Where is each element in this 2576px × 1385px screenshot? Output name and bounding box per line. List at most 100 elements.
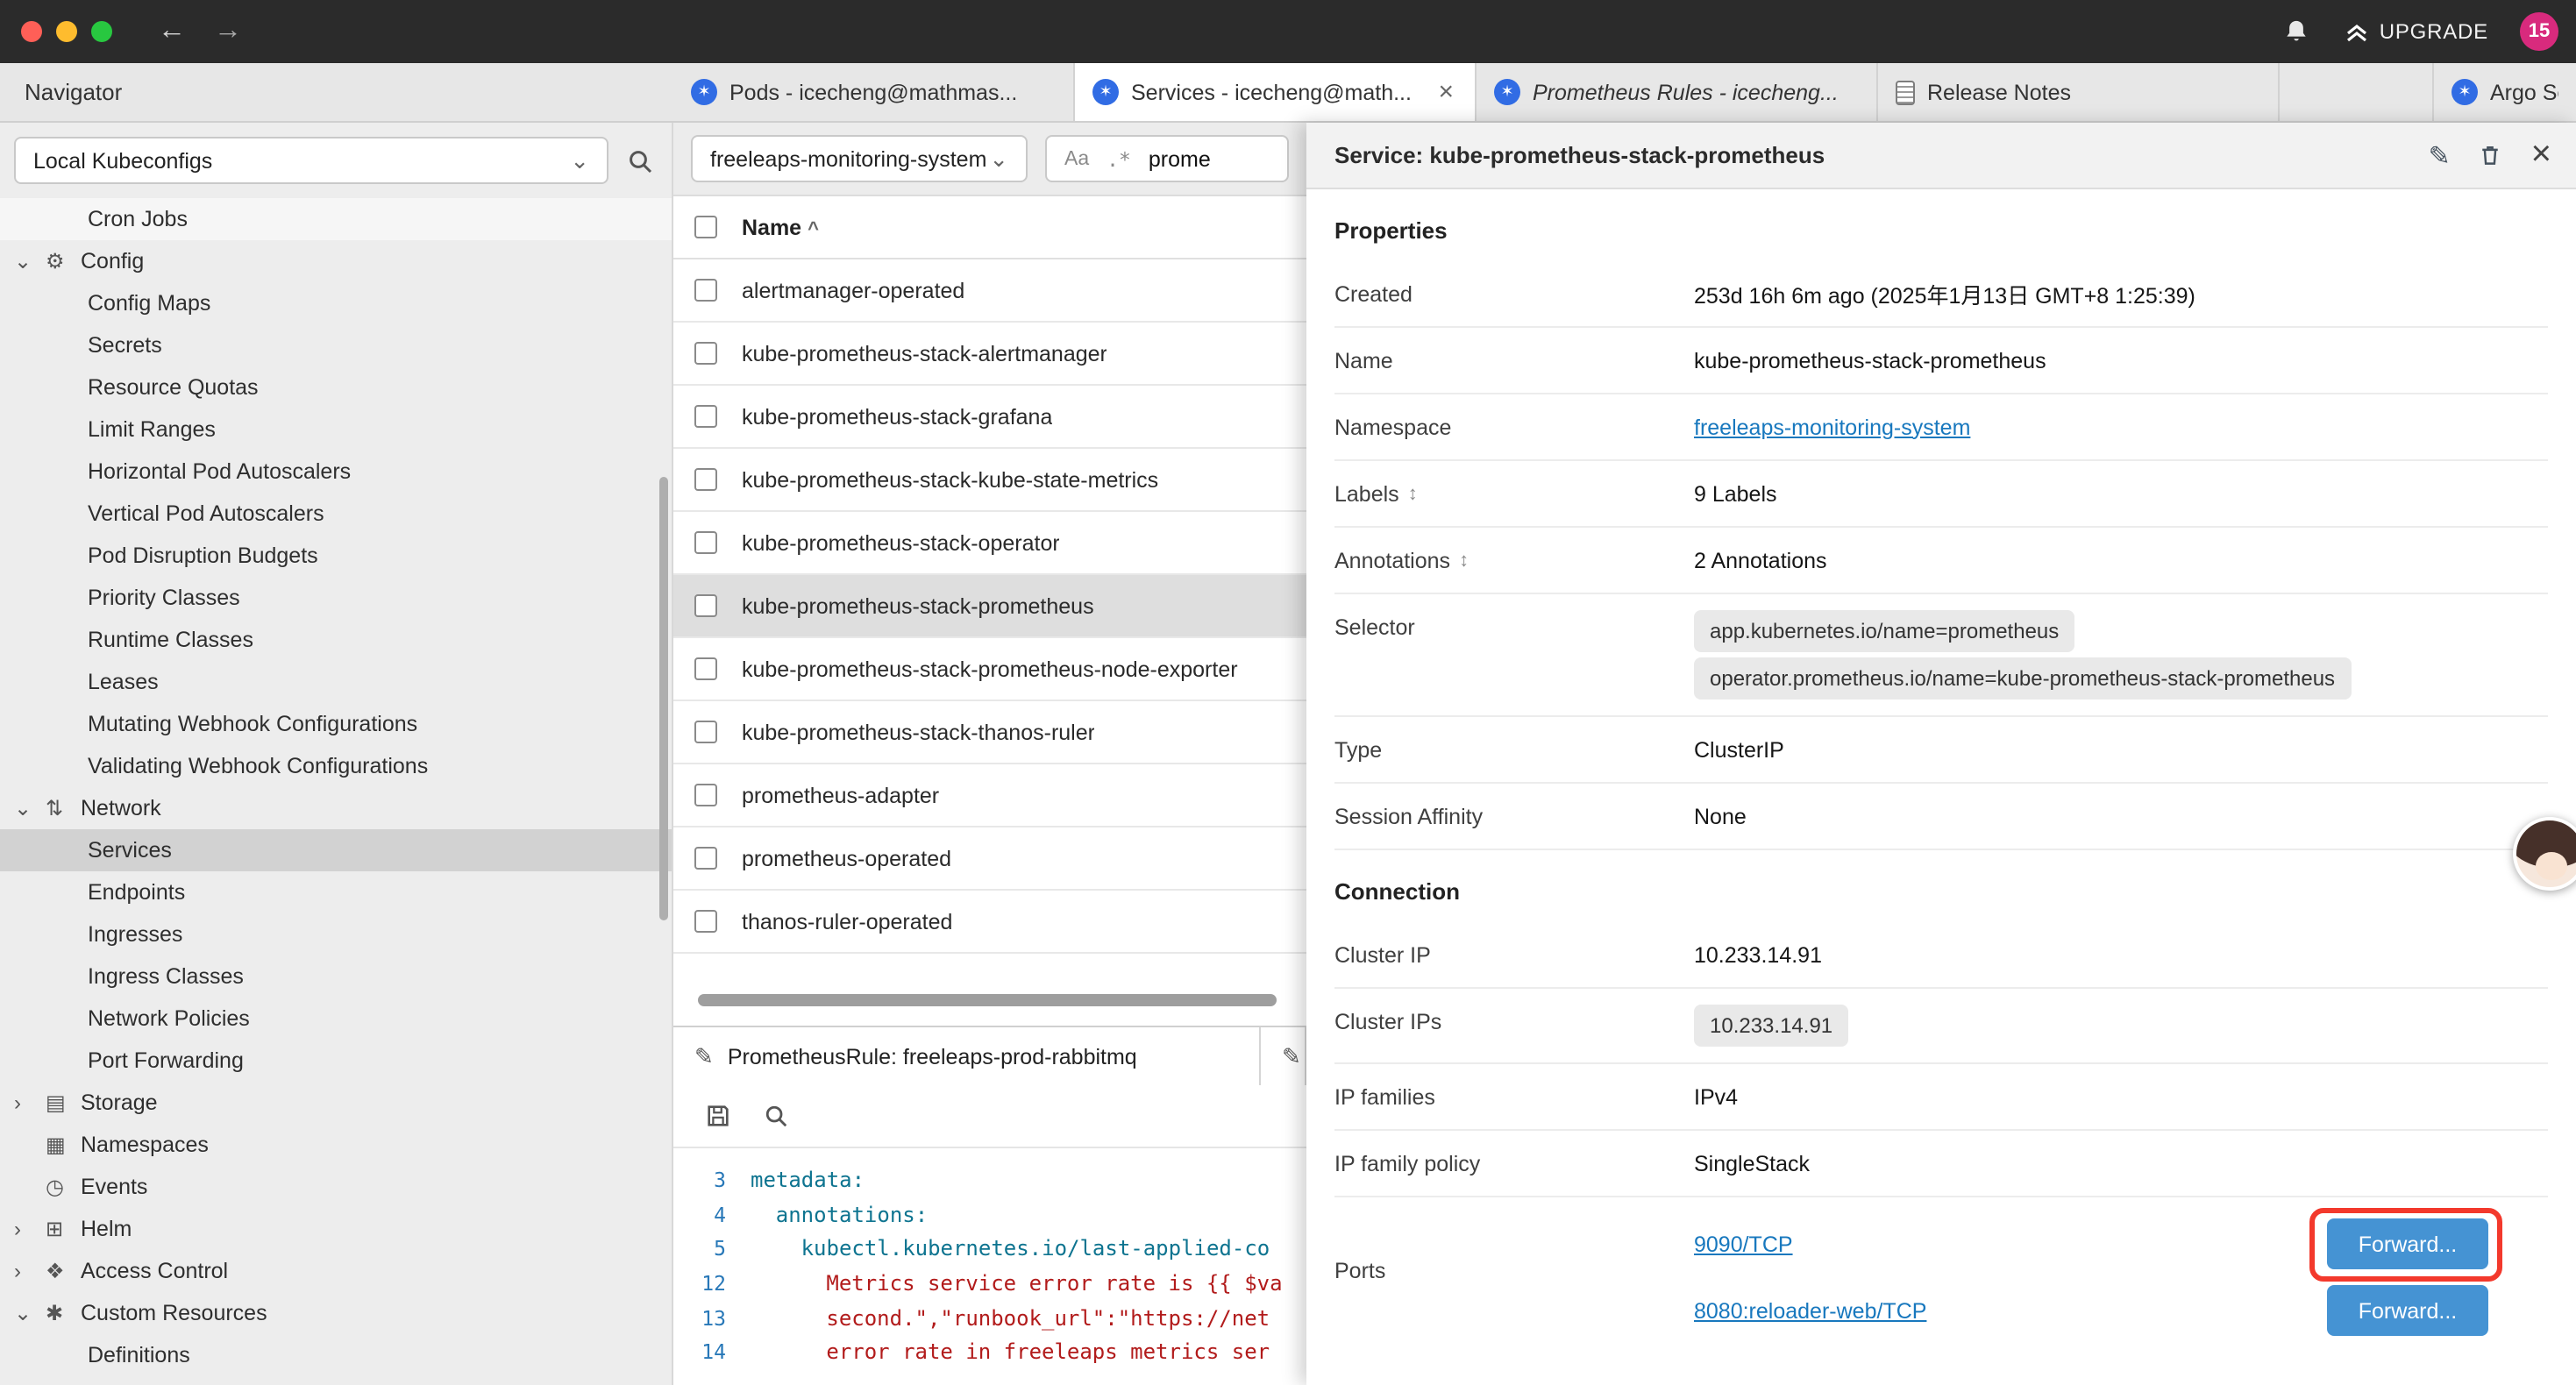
sidebar-item-pod-disruption-budgets[interactable]: Pod Disruption Budgets bbox=[0, 535, 672, 577]
table-row-kube-prometheus-stack-kube-state-metrics[interactable]: kube-prometheus-stack-kube-state-metrics bbox=[673, 449, 1306, 512]
namespace-select[interactable]: freeleaps-monitoring-system ⌄ bbox=[691, 135, 1028, 182]
match-case-toggle[interactable]: Aa bbox=[1064, 148, 1089, 169]
tab-argo-se[interactable]: ✶Argo Se bbox=[2432, 63, 2576, 121]
sidebar-item-horizontal-pod-autoscalers[interactable]: Horizontal Pod Autoscalers bbox=[0, 451, 672, 493]
editor-search-icon[interactable] bbox=[763, 1103, 789, 1129]
row-label: Created bbox=[1334, 281, 1694, 306]
notifications-bell-icon[interactable] bbox=[2283, 18, 2309, 46]
row-checkbox[interactable] bbox=[694, 847, 717, 870]
dock-tab-prometheusrule[interactable]: ✎ PrometheusRule: freeleaps-prod-rabbitm… bbox=[673, 1027, 1261, 1085]
back-button[interactable]: ← bbox=[158, 16, 186, 47]
regex-toggle[interactable]: .* bbox=[1107, 146, 1131, 171]
sidebar-item-cron-jobs[interactable]: Cron Jobs bbox=[0, 198, 672, 240]
table-row-kube-prometheus-stack-operator[interactable]: kube-prometheus-stack-operator bbox=[673, 512, 1306, 575]
expand-toggle-icon[interactable]: ↕ bbox=[1408, 483, 1418, 504]
row-checkbox[interactable] bbox=[694, 279, 717, 302]
sidebar-item-config[interactable]: ⌄⚙Config bbox=[0, 240, 672, 282]
tab-bar: Navigator ✶Pods - icecheng@mathmas...✶Se… bbox=[0, 63, 2576, 123]
row-checkbox[interactable] bbox=[694, 910, 717, 933]
minimize-window-button[interactable] bbox=[56, 21, 77, 42]
row-name: prometheus-adapter bbox=[742, 783, 939, 807]
row-checkbox[interactable] bbox=[694, 657, 717, 680]
dock-tab-partial[interactable]: ✎ bbox=[1261, 1027, 1306, 1085]
close-window-button[interactable] bbox=[21, 21, 42, 42]
sidebar-item-custom-resources[interactable]: ⌄✱Custom Resources bbox=[0, 1292, 672, 1334]
sidebar-scrollbar[interactable] bbox=[659, 477, 668, 920]
row-checkbox[interactable] bbox=[694, 405, 717, 428]
select-all-checkbox[interactable] bbox=[694, 216, 717, 238]
row-checkbox[interactable] bbox=[694, 721, 717, 743]
notification-count-badge[interactable]: 15 bbox=[2520, 12, 2558, 51]
name-column-header[interactable]: Name ^ bbox=[742, 215, 819, 239]
sidebar-item-limit-ranges[interactable]: Limit Ranges bbox=[0, 408, 672, 451]
drawer-row-annotations: Annotations↕2 Annotations bbox=[1334, 528, 2548, 594]
horizontal-scrollbar[interactable] bbox=[698, 994, 1277, 1006]
sidebar-item-network[interactable]: ⌄⇅Network bbox=[0, 787, 672, 829]
sidebar-search-icon[interactable] bbox=[623, 143, 658, 178]
port-link[interactable]: 8080:reloader-web/TCP bbox=[1694, 1299, 1926, 1324]
row-checkbox[interactable] bbox=[694, 342, 717, 365]
forward-button[interactable]: Forward... bbox=[2327, 1285, 2488, 1336]
sidebar-item-leases[interactable]: Leases bbox=[0, 661, 672, 703]
table-row-prometheus-operated[interactable]: prometheus-operated bbox=[673, 827, 1306, 891]
delete-resource-icon[interactable] bbox=[2479, 142, 2503, 168]
save-icon[interactable] bbox=[705, 1103, 731, 1129]
expand-toggle-icon[interactable]: ↕ bbox=[1459, 550, 1469, 571]
sidebar-item-access-control[interactable]: ›❖Access Control bbox=[0, 1250, 672, 1292]
table-row-kube-prometheus-stack-thanos-ruler[interactable]: kube-prometheus-stack-thanos-ruler bbox=[673, 701, 1306, 764]
table-row-kube-prometheus-stack-prometheus[interactable]: kube-prometheus-stack-prometheus bbox=[673, 575, 1306, 638]
row-checkbox[interactable] bbox=[694, 531, 717, 554]
table-row-thanos-ruler-operated[interactable]: thanos-ruler-operated bbox=[673, 891, 1306, 954]
sidebar-item-config-maps[interactable]: Config Maps bbox=[0, 282, 672, 324]
sidebar-item-network-policies[interactable]: Network Policies bbox=[0, 998, 672, 1040]
sidebar-item-services[interactable]: Services bbox=[0, 829, 672, 871]
edit-resource-icon[interactable]: ✎ bbox=[2428, 139, 2450, 171]
row-checkbox[interactable] bbox=[694, 594, 717, 617]
sidebar-item-helm[interactable]: ›⊞Helm bbox=[0, 1208, 672, 1250]
table-row-alertmanager-operated[interactable]: alertmanager-operated bbox=[673, 259, 1306, 323]
upgrade-button[interactable]: UPGRADE bbox=[2345, 19, 2488, 44]
close-tab-icon[interactable]: × bbox=[1434, 77, 1457, 107]
yaml-editor[interactable]: 3metadata:4annotations:5kubectl.kubernet… bbox=[673, 1148, 1306, 1369]
sidebar-item-label: Secrets bbox=[88, 333, 162, 358]
sidebar-item-priority-classes[interactable]: Priority Classes bbox=[0, 577, 672, 619]
table-row-kube-prometheus-stack-grafana[interactable]: kube-prometheus-stack-grafana bbox=[673, 386, 1306, 449]
sidebar-item-port-forwarding[interactable]: Port Forwarding bbox=[0, 1040, 672, 1082]
port-link[interactable]: 9090/TCP bbox=[1694, 1232, 1793, 1257]
tab-release-notes[interactable]: Release Notes bbox=[1878, 63, 2280, 121]
close-drawer-icon[interactable]: × bbox=[2531, 135, 2551, 175]
sidebar-item-resource-quotas[interactable]: Resource Quotas bbox=[0, 366, 672, 408]
sidebar-item-definitions[interactable]: Definitions bbox=[0, 1334, 672, 1376]
search-input[interactable]: Aa .* prome bbox=[1045, 135, 1289, 182]
sidebar-item-events[interactable]: ◷Events bbox=[0, 1166, 672, 1208]
kubeconfig-select[interactable]: Local Kubeconfigs ⌄ bbox=[14, 137, 608, 184]
row-checkbox[interactable] bbox=[694, 784, 717, 806]
row-checkbox[interactable] bbox=[694, 468, 717, 491]
tab-pods-icecheng-mathmas[interactable]: ✶Pods - icecheng@mathmas... bbox=[673, 63, 1075, 121]
sidebar-item-validating-webhook-configurations[interactable]: Validating Webhook Configurations bbox=[0, 745, 672, 787]
row-value: IPv4 bbox=[1694, 1084, 2548, 1109]
table-row-kube-prometheus-stack-alertmanager[interactable]: kube-prometheus-stack-alertmanager bbox=[673, 323, 1306, 386]
sidebar-item-storage[interactable]: ›▤Storage bbox=[0, 1082, 672, 1124]
sidebar-item-ingresses[interactable]: Ingresses bbox=[0, 913, 672, 955]
table-row-kube-prometheus-stack-prometheus-node-exporter[interactable]: kube-prometheus-stack-prometheus-node-ex… bbox=[673, 638, 1306, 701]
sidebar-item-namespaces[interactable]: ▦Namespaces bbox=[0, 1124, 672, 1166]
tab-services-icecheng-math[interactable]: ✶Services - icecheng@math...× bbox=[1075, 63, 1477, 121]
sidebar-item-secrets[interactable]: Secrets bbox=[0, 324, 672, 366]
zoom-window-button[interactable] bbox=[91, 21, 112, 42]
namespace-link[interactable]: freeleaps-monitoring-system bbox=[1694, 415, 1970, 439]
forward-button[interactable]: Forward... bbox=[2327, 1218, 2488, 1269]
forward-button[interactable]: → bbox=[214, 16, 242, 47]
code-text: Metrics service error rate is {{ $va bbox=[751, 1271, 1283, 1296]
table-row-prometheus-adapter[interactable]: prometheus-adapter bbox=[673, 764, 1306, 827]
sidebar-item-mutating-webhook-configurations[interactable]: Mutating Webhook Configurations bbox=[0, 703, 672, 745]
sidebar-item-endpoints[interactable]: Endpoints bbox=[0, 871, 672, 913]
code-text: annotations: bbox=[751, 1202, 928, 1226]
sidebar-item-vertical-pod-autoscalers[interactable]: Vertical Pod Autoscalers bbox=[0, 493, 672, 535]
sidebar-item-label: Config Maps bbox=[88, 291, 210, 316]
tab-prometheus-rules-icecheng[interactable]: ✶Prometheus Rules - icecheng... bbox=[1477, 63, 1878, 121]
row-value: 253d 16h 6m ago (2025年1月13日 GMT+8 1:25:3… bbox=[1694, 277, 2548, 310]
sidebar-item-ingress-classes[interactable]: Ingress Classes bbox=[0, 955, 672, 998]
row-value: app.kubernetes.io/name=prometheusoperato… bbox=[1694, 605, 2548, 705]
sidebar-item-runtime-classes[interactable]: Runtime Classes bbox=[0, 619, 672, 661]
